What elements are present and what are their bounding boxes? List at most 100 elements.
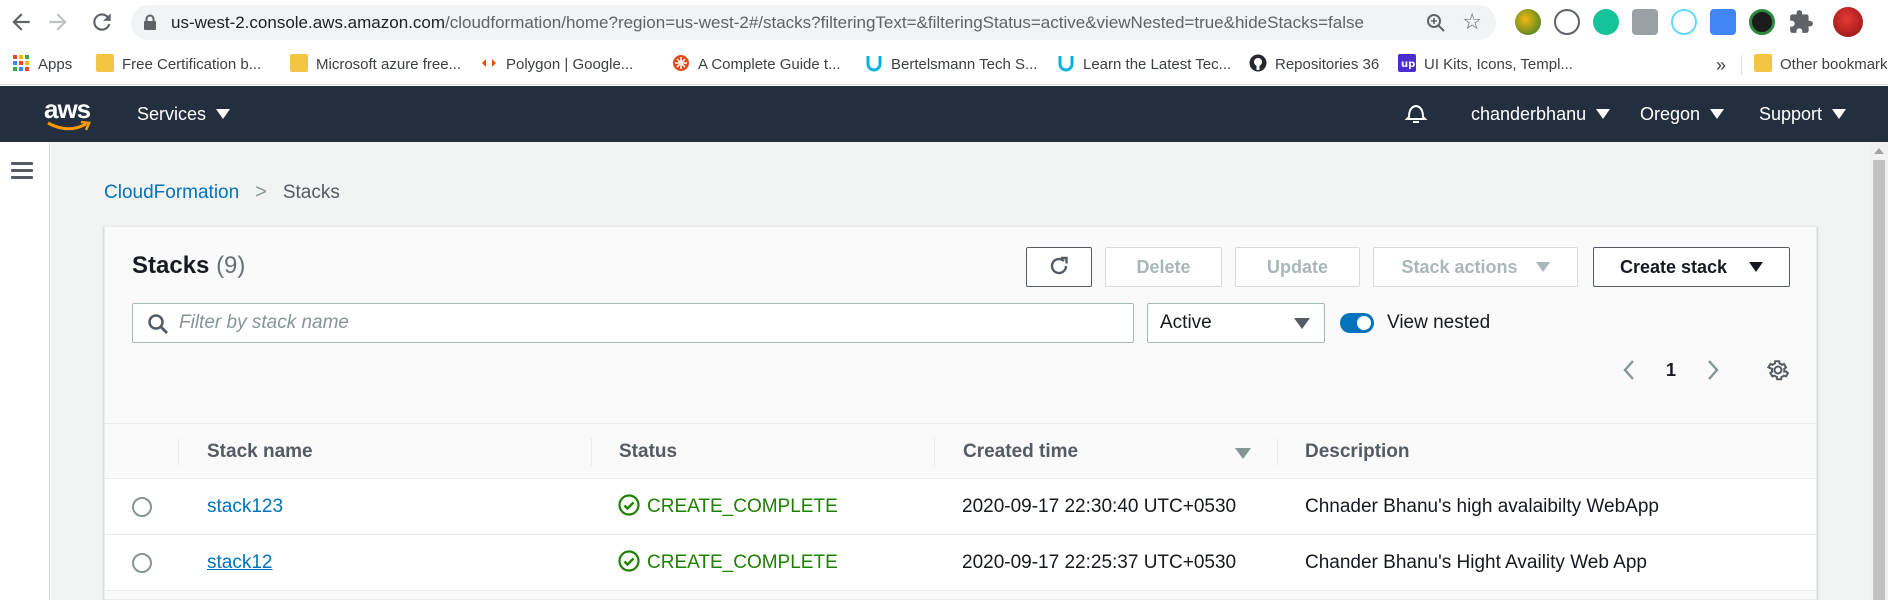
scroll-up-arrow-icon[interactable] — [1874, 148, 1884, 154]
stack-description: Chnader Bhanu's high avalaibilty WebApp — [1305, 496, 1659, 517]
bookmark-learn-latest[interactable]: Learn the Latest Tec... — [1057, 45, 1231, 85]
caret-down-icon — [216, 109, 231, 120]
view-nested-label: View nested — [1387, 312, 1491, 333]
uplabs-icon: up — [1398, 54, 1416, 73]
caret-down-icon — [1710, 109, 1725, 120]
bookmark-polygon[interactable]: Polygon | Google... — [480, 45, 633, 85]
folder-icon — [96, 54, 114, 73]
table-row: stack12 CREATE_COMPLETE 2020-09-17 22:25… — [105, 535, 1816, 591]
bookmark-complete-guide[interactable]: A Complete Guide t... — [672, 45, 841, 85]
region-menu[interactable]: Oregon — [1640, 86, 1725, 142]
polygon-icon — [482, 59, 496, 68]
stack-actions-button[interactable]: Stack actions — [1373, 247, 1578, 287]
status-badge: CREATE_COMPLETE — [618, 479, 838, 535]
stacks-heading: Stacks (9) — [132, 252, 246, 279]
bookmark-free-certification[interactable]: Free Certification b... — [96, 45, 261, 85]
row-select-radio[interactable] — [132, 497, 152, 517]
lock-icon — [144, 14, 156, 30]
google-translate-icon[interactable] — [1710, 9, 1736, 35]
column-status[interactable]: Status — [619, 424, 677, 480]
react-devtools-icon[interactable] — [1671, 9, 1697, 35]
caret-down-icon — [1596, 109, 1611, 120]
side-navigation-rail — [0, 142, 50, 600]
bookmark-ui-kits[interactable]: up UI Kits, Icons, Templ... — [1398, 45, 1573, 85]
bookmark-apps[interactable]: Apps — [12, 45, 72, 85]
column-divider — [1277, 438, 1278, 466]
page-scrollbar[interactable] — [1870, 142, 1888, 600]
bookmark-other[interactable]: Other bookmarks — [1754, 45, 1888, 85]
notifications-bell[interactable] — [1403, 86, 1429, 142]
forward-arrow-icon[interactable] — [45, 9, 71, 35]
breadcrumb: CloudFormation > Stacks — [104, 180, 340, 205]
extension-dark-icon[interactable] — [1749, 9, 1775, 35]
extensions-puzzle-icon[interactable] — [1788, 9, 1814, 35]
extension-globe-icon[interactable] — [1515, 9, 1541, 35]
current-page-number[interactable]: 1 — [1666, 355, 1676, 385]
column-created-time[interactable]: Created time — [963, 424, 1078, 480]
udacity-icon — [1058, 56, 1074, 72]
column-divider — [178, 438, 179, 466]
bell-icon — [1404, 105, 1428, 124]
extension-robot-icon[interactable] — [1632, 9, 1658, 35]
status-filter-select[interactable]: Active — [1147, 303, 1325, 343]
bookmark-bertelsmann[interactable]: Bertelsmann Tech S... — [865, 45, 1037, 85]
status-badge: CREATE_COMPLETE — [618, 535, 838, 591]
row-select-radio[interactable] — [132, 553, 152, 573]
back-arrow-icon[interactable] — [8, 9, 34, 35]
udacity-icon — [866, 56, 882, 72]
grammarly-icon[interactable] — [1593, 9, 1619, 35]
delete-button[interactable]: Delete — [1105, 247, 1222, 287]
toggle-knob — [1357, 316, 1371, 330]
apps-grid-icon — [13, 55, 29, 72]
column-description[interactable]: Description — [1305, 424, 1410, 480]
breadcrumb-cloudformation[interactable]: CloudFormation — [104, 182, 239, 203]
hamburger-menu-icon[interactable] — [11, 162, 33, 180]
profile-avatar[interactable] — [1833, 7, 1863, 37]
search-icon — [148, 314, 168, 334]
stack-name-link[interactable]: stack123 — [207, 479, 283, 535]
address-bar[interactable]: us-west-2.console.aws.amazon.com/cloudfo… — [131, 5, 1496, 40]
services-menu[interactable]: Services — [137, 86, 231, 142]
success-check-icon — [618, 494, 640, 516]
stack-description: Chander Bhanu's Hight Availity Web App — [1305, 552, 1647, 573]
guide-icon — [673, 55, 689, 72]
aws-smile-icon — [47, 120, 91, 131]
scrollbar-thumb[interactable] — [1873, 160, 1885, 600]
table-row: stack123 CREATE_COMPLETE 2020-09-17 22:3… — [105, 479, 1816, 535]
search-input[interactable] — [179, 304, 1119, 342]
filter-search — [132, 303, 1134, 343]
column-stack-name[interactable]: Stack name — [207, 424, 313, 480]
sort-descending-icon[interactable] — [1235, 448, 1251, 459]
view-nested-toggle[interactable] — [1340, 313, 1374, 333]
create-stack-button[interactable]: Create stack — [1593, 247, 1790, 287]
account-menu[interactable]: chanderbhanu — [1471, 86, 1611, 142]
caret-down-icon — [1832, 109, 1847, 120]
next-page-icon[interactable] — [1706, 359, 1720, 381]
update-button[interactable]: Update — [1235, 247, 1360, 287]
extension-infinity-icon[interactable] — [1554, 9, 1580, 35]
stacks-count: (9) — [216, 252, 246, 279]
bookmark-star-icon[interactable]: ☆ — [1462, 10, 1482, 34]
chevron-right-icon: > — [255, 181, 267, 203]
created-time: 2020-09-17 22:25:37 UTC+0530 — [962, 552, 1237, 573]
caret-down-icon — [1294, 318, 1310, 329]
refresh-button[interactable] — [1026, 247, 1092, 287]
support-menu[interactable]: Support — [1759, 86, 1847, 142]
bookmark-microsoft-azure[interactable]: Microsoft azure free... — [290, 45, 461, 85]
stack-name-link[interactable]: stack12 — [207, 535, 272, 591]
svg-text:up: up — [1401, 59, 1415, 70]
zoom-icon[interactable] — [1426, 13, 1446, 33]
refresh-icon — [1050, 257, 1068, 275]
reload-icon[interactable] — [89, 9, 115, 35]
bookmark-repositories[interactable]: Repositories 36 — [1249, 45, 1379, 85]
aws-top-navigation: aws Services chanderbhanu Oregon Support — [0, 86, 1888, 142]
gear-icon[interactable] — [1766, 358, 1790, 382]
browser-toolbar: us-west-2.console.aws.amazon.com/cloudfo… — [0, 0, 1888, 45]
url-text: us-west-2.console.aws.amazon.com/cloudfo… — [171, 13, 1364, 32]
previous-page-icon[interactable] — [1622, 359, 1636, 381]
bookmarks-overflow[interactable]: » — [1716, 45, 1726, 85]
breadcrumb-current: Stacks — [282, 182, 340, 203]
table-header: Stack name Status Created time Descripti… — [105, 423, 1816, 479]
aws-logo[interactable]: aws — [44, 94, 94, 132]
caret-down-icon — [1535, 262, 1550, 273]
